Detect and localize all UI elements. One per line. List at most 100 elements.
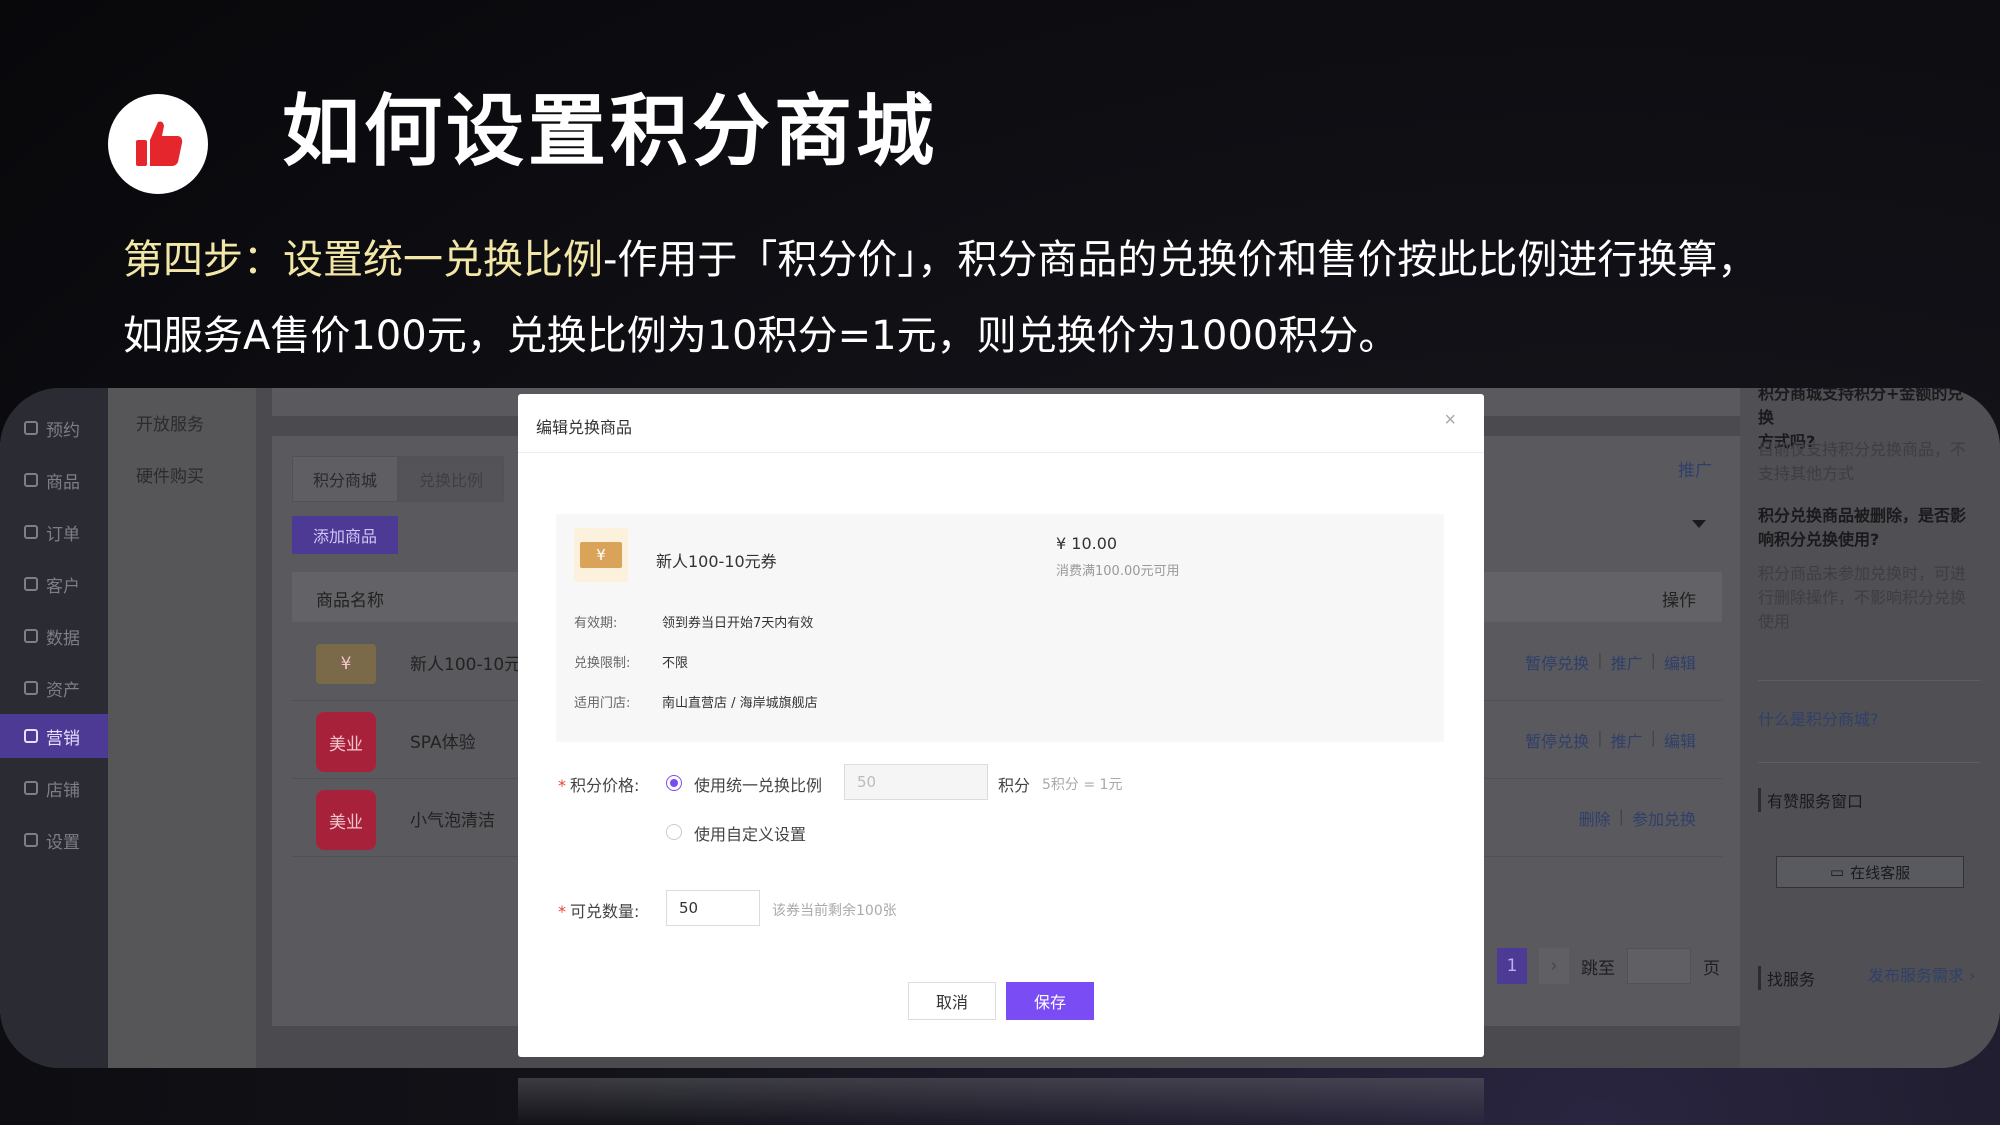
radio-unified-ratio[interactable]	[666, 775, 682, 791]
nav-item-store[interactable]: 店铺	[0, 766, 108, 810]
close-icon[interactable]: ×	[1438, 408, 1462, 433]
bag-icon	[24, 473, 38, 487]
info-value-stores: 南山直营店 / 海岸城旗舰店	[662, 696, 818, 711]
edit-link[interactable]: 编辑	[1664, 728, 1696, 752]
chart-icon	[24, 629, 38, 643]
nav-item-marketing[interactable]: 营销	[0, 714, 108, 758]
online-service-button[interactable]: ▭ 在线客服	[1776, 856, 1964, 888]
beauty-thumbnail: 美业	[316, 712, 376, 772]
tab-exchange-ratio[interactable]: 兑换比例	[398, 456, 505, 502]
promote-link[interactable]: 推广	[1611, 728, 1643, 752]
modal-header: 编辑兑换商品 ×	[518, 394, 1484, 453]
separator: |	[1597, 650, 1603, 669]
thumbs-up-icon	[136, 121, 183, 166]
item-name: 新人100-10元券	[656, 552, 777, 571]
delete-link[interactable]: 删除	[1579, 806, 1611, 830]
item-price: ¥ 10.00	[1056, 534, 1118, 553]
quantity-label: * 可兑数量:	[558, 902, 640, 921]
page-suffix: 页	[1703, 958, 1720, 979]
subnav-item-hardware[interactable]: 硬件购买	[136, 462, 204, 487]
pause-exchange-link[interactable]: 暂停兑换	[1525, 650, 1589, 674]
custom-setting-label: 使用自定义设置	[694, 825, 807, 844]
grid-icon	[24, 729, 38, 743]
page-jump-input[interactable]	[1627, 948, 1691, 984]
caret-down-icon	[1692, 520, 1706, 528]
tab-bar: 积分商城 兑换比例	[292, 456, 505, 502]
jump-label: 跳至	[1581, 958, 1615, 979]
item-card: ¥ 新人100-10元券 ¥ 10.00 消费满100.00元可用 有效期: 领…	[556, 514, 1444, 742]
nav-item-customers[interactable]: 客户	[0, 562, 108, 606]
pause-exchange-link[interactable]: 暂停兑换	[1525, 728, 1589, 752]
points-unit: 积分	[998, 776, 1031, 795]
row-name: SPA体验	[410, 733, 476, 753]
subnav-item-open-service[interactable]: 开放服务	[136, 410, 204, 435]
unified-points-input[interactable]	[844, 764, 988, 800]
publish-request-link[interactable]: 发布服务需求 ›	[1868, 964, 1998, 988]
what-is-points-mall-link[interactable]: 什么是积分商城?	[1758, 708, 1972, 732]
main-nav: 预约 商品 订单 客户 数据 资产 营销 店铺 设置	[0, 388, 108, 1068]
promote-link[interactable]: 推广	[1678, 456, 1712, 481]
unified-ratio-label: 使用统一兑换比例	[694, 776, 823, 795]
logo	[108, 94, 208, 194]
ratio-hint: 5积分 = 1元	[1042, 777, 1123, 793]
radio-custom-setting[interactable]	[666, 824, 682, 840]
filter-select[interactable]	[1652, 510, 1712, 540]
info-value-validity: 领到券当日开始7天内有效	[662, 616, 814, 631]
quantity-hint: 该券当前剩余100张	[772, 903, 897, 919]
chat-icon: ▭	[1829, 863, 1845, 881]
service-window-section: 有赞服务窗口	[1758, 788, 1863, 812]
nav-item-orders[interactable]: 订单	[0, 510, 108, 554]
slide-description-line-1: 第四步：设置统一兑换比例-作用于「积分价」，积分商品的兑换价和售价按此比例进行换…	[123, 234, 1883, 286]
nav-item-settings[interactable]: 设置	[0, 818, 108, 862]
edit-exchange-modal: 编辑兑换商品 × ¥ 新人100-10元券 ¥ 10.00 消费满100.00元…	[518, 394, 1484, 1057]
store-icon	[24, 781, 38, 795]
page-button-current[interactable]: 1	[1497, 948, 1527, 984]
gear-icon	[24, 833, 38, 847]
calendar-icon	[24, 421, 38, 435]
info-label-stores: 适用门店:	[574, 696, 631, 711]
user-icon	[24, 577, 38, 591]
tab-points-mall[interactable]: 积分商城	[292, 456, 399, 502]
divider	[1758, 762, 1980, 763]
row-actions: 暂停兑换 | 推广 | 编辑	[1525, 728, 1696, 752]
nav-item-goods[interactable]: 商品	[0, 458, 108, 502]
info-value-limit: 不限	[662, 656, 689, 671]
separator: |	[1650, 728, 1656, 747]
join-exchange-link[interactable]: 参加兑换	[1632, 806, 1696, 830]
cancel-button[interactable]: 取消	[908, 982, 996, 1020]
row-actions: 暂停兑换 | 推广 | 编辑	[1525, 650, 1696, 674]
help-sidebar: 积分商城支持积分+金额的兑换 方式吗? 目前仅支持积分兑换商品，不支持其他方式 积…	[1740, 388, 2000, 1068]
next-page-button[interactable]: ›	[1539, 948, 1569, 984]
slide-description-line-2: 如服务A售价100元，兑换比例为10积分=1元，则兑换价为1000积分。	[123, 313, 1399, 359]
modal-reflection	[518, 1078, 1484, 1125]
separator: |	[1597, 728, 1603, 747]
nav-item-booking[interactable]: 预约	[0, 406, 108, 450]
sub-nav: 开放服务 硬件购买	[108, 388, 256, 1068]
edit-link[interactable]: 编辑	[1664, 650, 1696, 674]
promote-link[interactable]: 推广	[1611, 650, 1643, 674]
info-label-validity: 有效期:	[574, 616, 618, 631]
nav-item-data[interactable]: 数据	[0, 614, 108, 658]
required-mark: *	[558, 902, 566, 921]
add-goods-button[interactable]: 添加商品	[292, 516, 398, 554]
yuan-icon: ¥	[580, 542, 622, 568]
beauty-thumbnail: 美业	[316, 790, 376, 850]
faq-question-2: 积分兑换商品被删除，是否影响积分兑换使用?	[1758, 506, 1967, 549]
coin-icon	[24, 681, 38, 695]
column-header-name: 商品名称	[316, 591, 384, 611]
step-description: -作用于「积分价」，积分商品的兑换价和售价按此比例进行换算，	[603, 237, 1758, 283]
save-button[interactable]: 保存	[1006, 982, 1094, 1020]
coupon-icon: ¥	[574, 528, 628, 582]
find-service-section: 找服务	[1758, 966, 1815, 990]
quantity-input[interactable]	[666, 890, 760, 926]
nav-item-assets[interactable]: 资产	[0, 666, 108, 710]
row-actions: 删除 | 参加兑换	[1579, 806, 1696, 830]
faq-answer-2: 积分商品未参加兑换时，可进行删除操作，不影响积分兑换使用	[1758, 564, 1967, 631]
required-mark: *	[558, 776, 566, 795]
row-name: 小气泡清洁	[410, 811, 495, 831]
divider	[1758, 680, 1980, 681]
coupon-thumbnail: ¥	[316, 644, 376, 684]
info-label-limit: 兑换限制:	[574, 656, 631, 671]
faq-answer-1: 目前仅支持积分兑换商品，不支持其他方式	[1758, 440, 1967, 483]
list-icon	[24, 525, 38, 539]
